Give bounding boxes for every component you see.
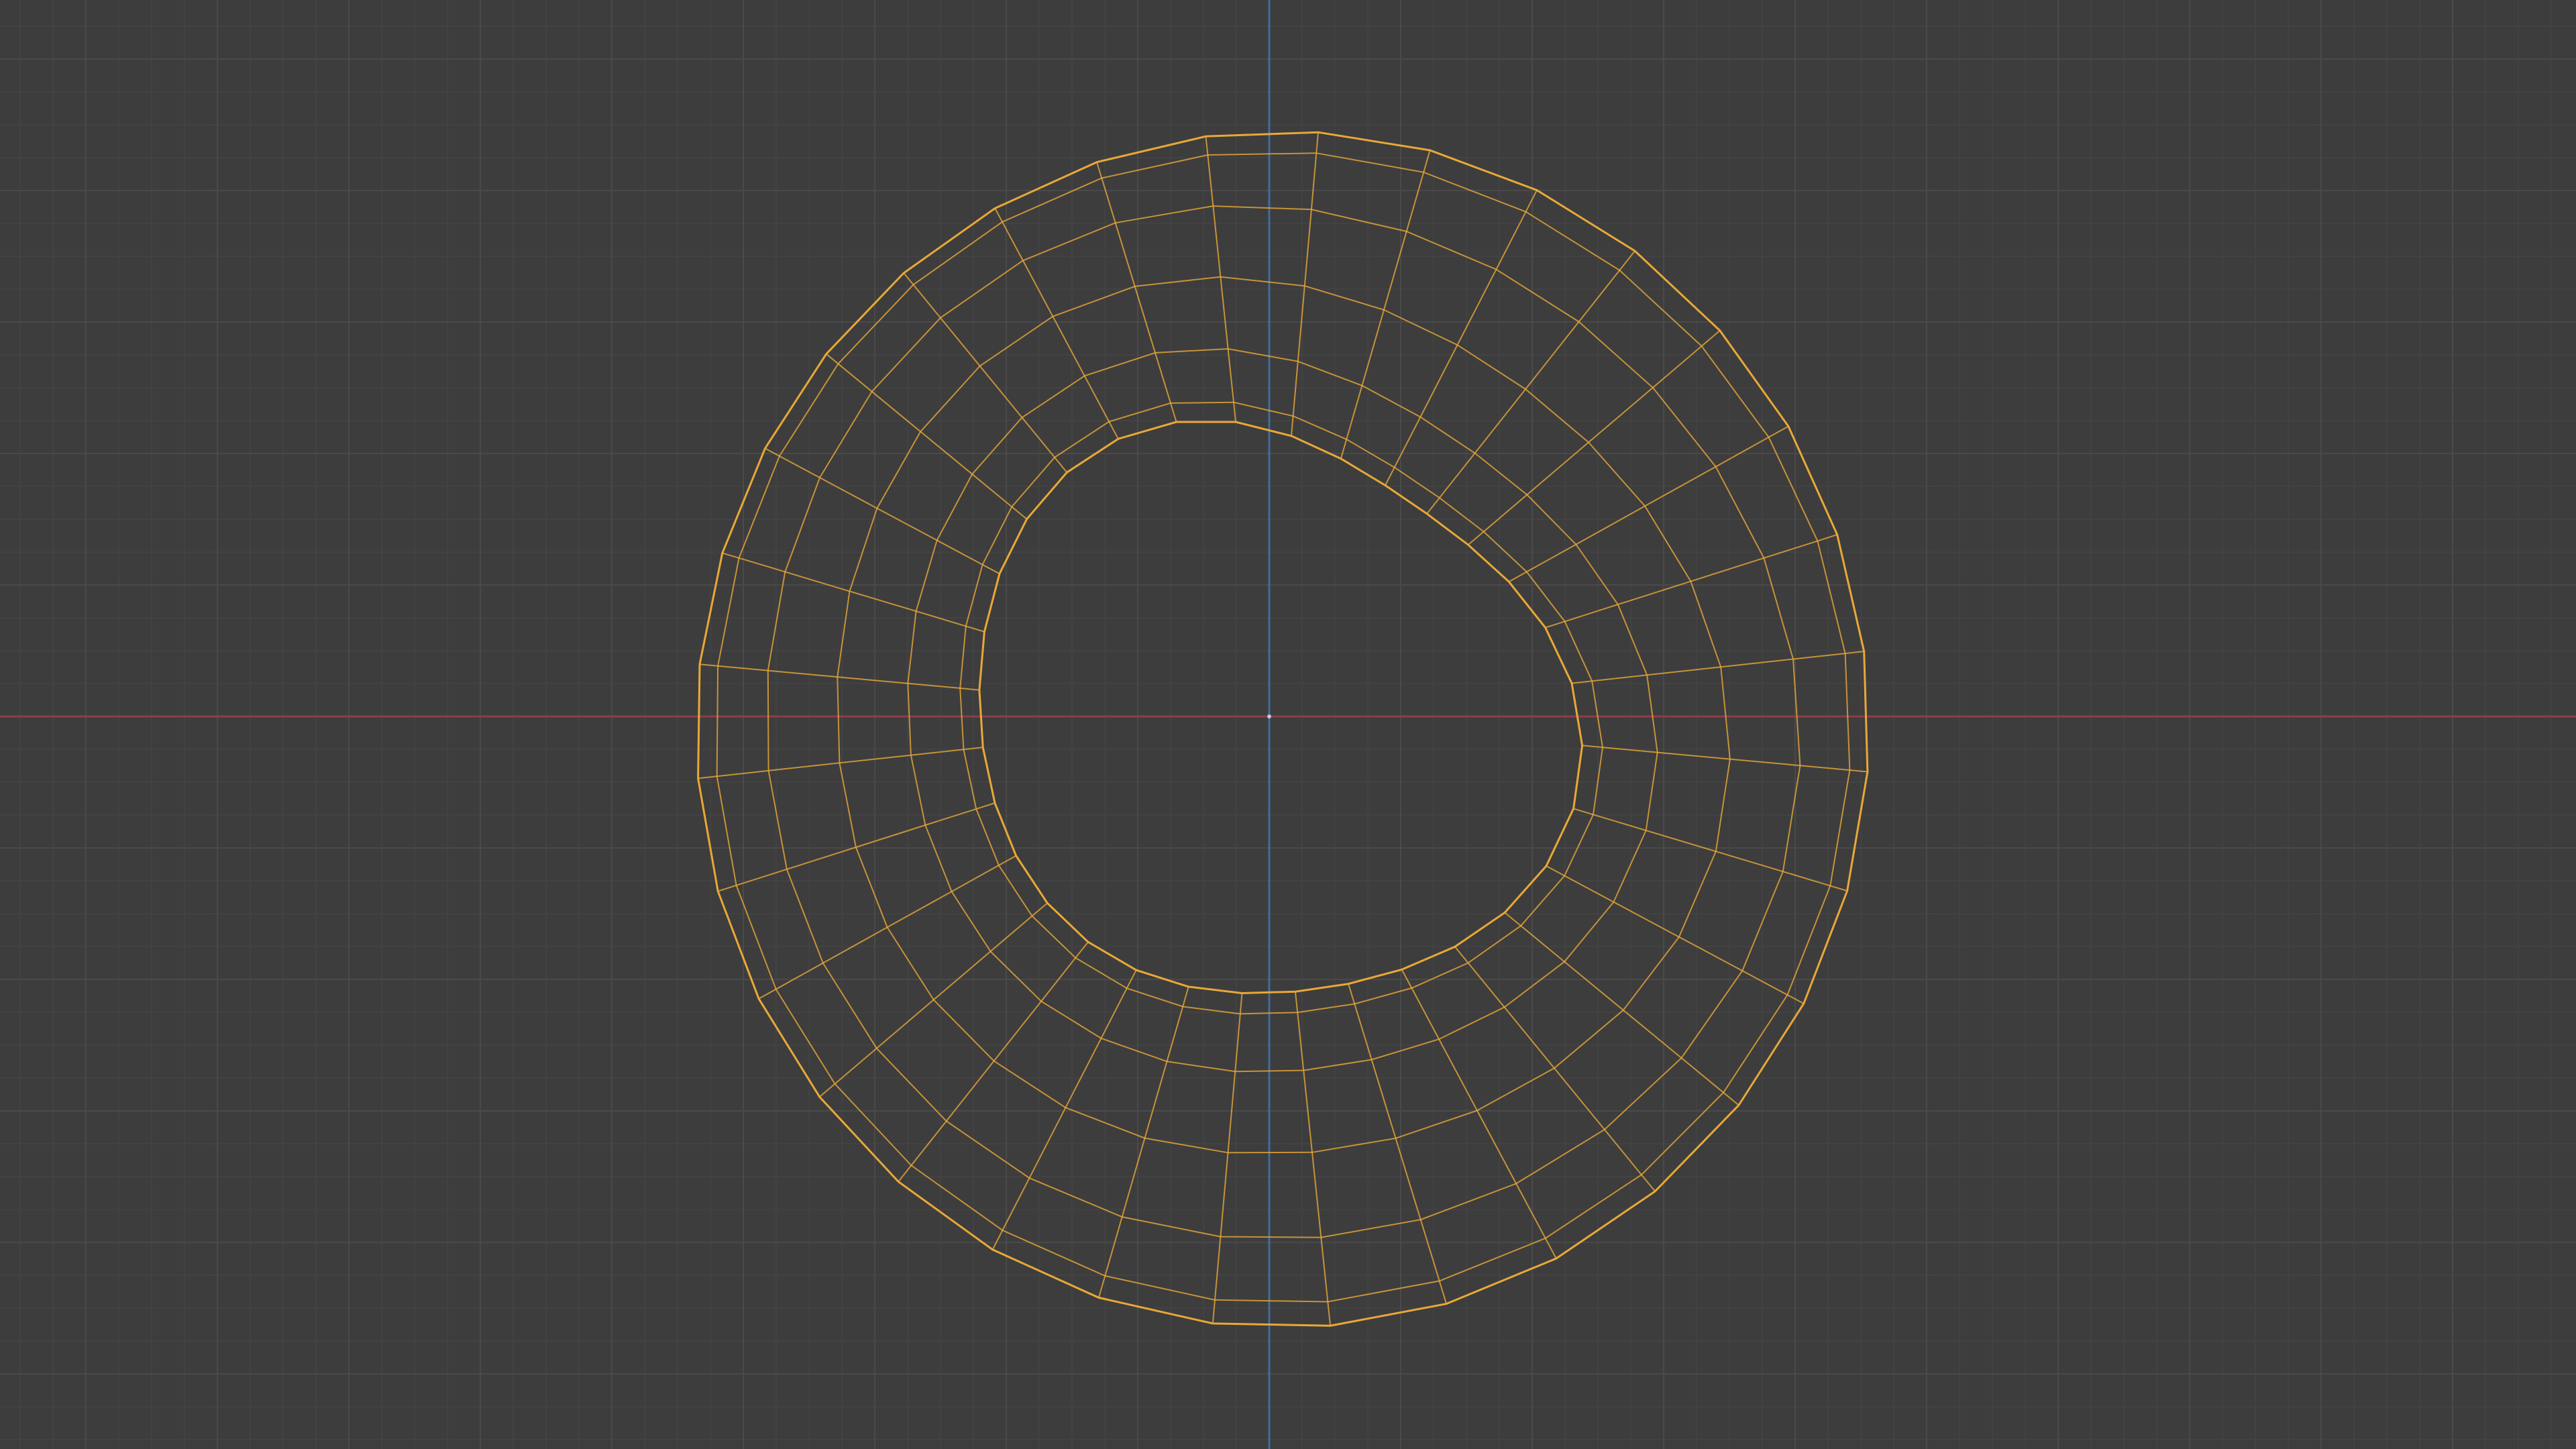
torus-edge-spoke xyxy=(1426,250,1635,515)
torus-edge-spoke xyxy=(1212,993,1243,1324)
torus-edge-spoke xyxy=(1573,808,1847,892)
torus-edge-spoke xyxy=(1508,425,1789,583)
torus-edge-spoke xyxy=(1205,136,1237,423)
torus-edge-spoke xyxy=(1291,132,1319,436)
torus-edge-spoke xyxy=(994,208,1119,439)
torus-edge-spoke xyxy=(826,353,1028,520)
torus-mesh-wireframe[interactable] xyxy=(697,131,1869,1327)
torus-edge-spoke xyxy=(699,663,979,691)
viewport-canvas[interactable] xyxy=(0,0,2576,1449)
world-origin-point xyxy=(1267,714,1271,718)
torus-edge-spoke xyxy=(1546,865,1805,1004)
torus-edge-ring xyxy=(837,276,1731,1154)
torus-edge-spoke xyxy=(819,902,1048,1097)
torus-edge-spoke xyxy=(1401,969,1557,1259)
torus-edge-ring xyxy=(959,401,1604,1015)
torus-edge-spoke xyxy=(1454,946,1656,1192)
3d-viewport[interactable] xyxy=(0,0,2576,1449)
torus-edge-spoke xyxy=(1571,651,1864,684)
torus-edge-ring xyxy=(697,131,1869,1327)
torus-edge-ring xyxy=(767,205,1801,1238)
torus-edge-ring xyxy=(907,347,1658,1073)
torus-edge-spoke xyxy=(1385,190,1538,486)
torus-edge-spoke xyxy=(758,855,1017,1000)
grid-major-lines xyxy=(0,0,2576,1449)
torus-edge-spoke xyxy=(1340,150,1431,459)
torus-edge-spoke xyxy=(1096,162,1177,423)
torus-edge-ring xyxy=(978,421,1584,995)
torus-edge-spoke xyxy=(722,552,985,633)
torus-edge-spoke xyxy=(898,941,1089,1183)
torus-edge-ring xyxy=(716,152,1851,1303)
torus-edge-spoke xyxy=(1545,534,1838,629)
torus-edge-spoke xyxy=(903,272,1068,473)
torus-edge-spoke xyxy=(717,802,996,892)
torus-edge-spoke xyxy=(1097,986,1189,1298)
torus-edge-spoke xyxy=(1467,330,1721,545)
